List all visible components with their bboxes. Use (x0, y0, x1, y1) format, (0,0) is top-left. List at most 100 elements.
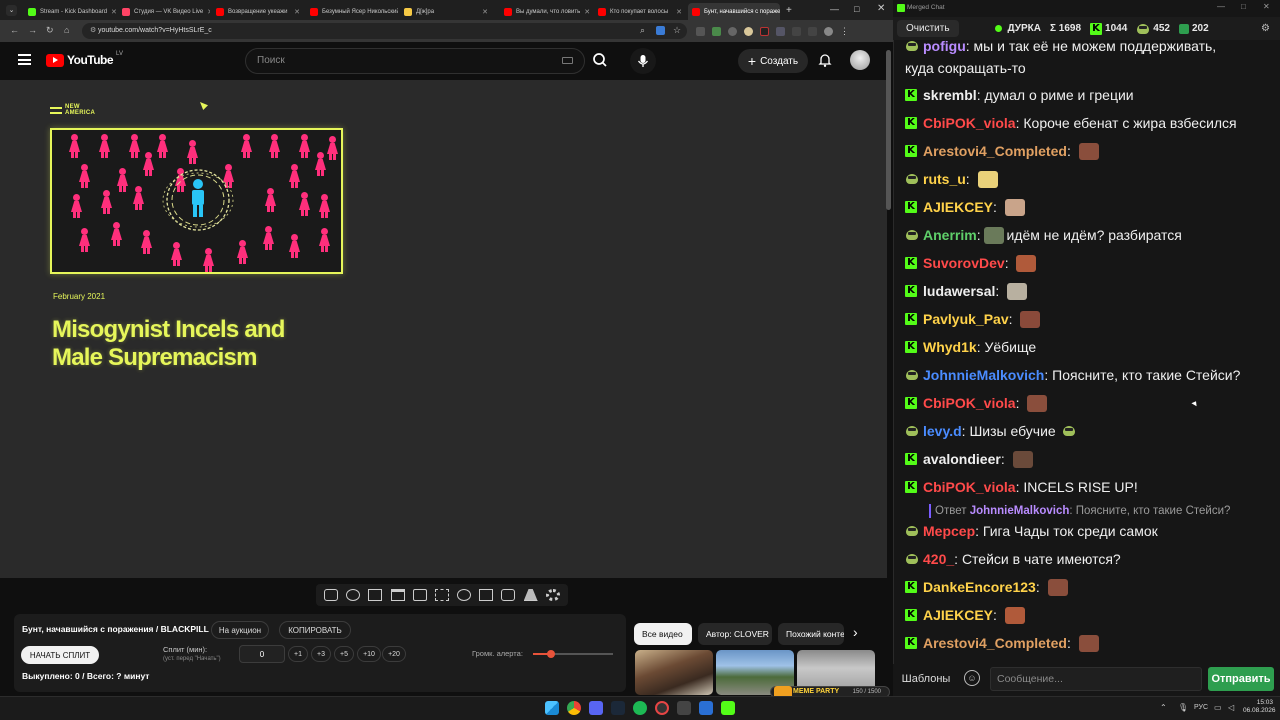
extension-icon[interactable] (712, 26, 721, 36)
chat-username[interactable]: Pavlyuk_Pav (923, 308, 1009, 330)
site-info-icon[interactable]: ⚙ (90, 26, 96, 34)
telegram-icon[interactable] (699, 701, 713, 715)
chat-username[interactable]: AJIEKCEY (923, 196, 993, 218)
flask-icon[interactable] (523, 589, 538, 601)
templates-button[interactable]: Шаблоны (899, 668, 953, 690)
url-bar[interactable]: youtube.com/watch?v=HyHtsSLrE_c (82, 23, 687, 39)
translate-icon[interactable] (656, 26, 665, 35)
bookmark-star-icon[interactable]: ☆ (673, 25, 681, 36)
extension-icon[interactable] (760, 26, 769, 36)
extension-icon[interactable] (728, 26, 737, 36)
zoom-icon[interactable]: ⌕ (640, 25, 645, 36)
hamburger-menu-icon[interactable] (18, 54, 31, 65)
browser-tab[interactable]: Stream - Kick Dashboard ✕ (24, 3, 116, 20)
create-button[interactable]: + Создать (738, 49, 808, 73)
profile-icon[interactable] (824, 26, 833, 36)
chat-username[interactable]: CbiPOK_viola (923, 476, 1016, 498)
browser-tab[interactable]: Безумный Ясер Никольский✕ (306, 3, 398, 20)
chat-username[interactable]: ruts_u (923, 168, 966, 190)
chat-username[interactable]: Arestovi4_Completed (923, 632, 1067, 654)
close-tab-icon[interactable]: ✕ (107, 8, 116, 16)
settings-gear-icon[interactable] (545, 589, 560, 601)
related-video-thumbnail[interactable] (635, 650, 713, 695)
screen-icon[interactable] (412, 589, 427, 601)
voice-search-button[interactable] (630, 48, 656, 74)
back-button[interactable]: ← (10, 25, 19, 35)
close-window-button[interactable]: ✕ (1263, 2, 1270, 11)
close-tab-icon[interactable]: ✕ (478, 8, 488, 16)
obs-icon[interactable] (655, 701, 669, 715)
close-tab-icon[interactable]: ✕ (290, 8, 300, 16)
split-minutes-input[interactable]: 0 (239, 645, 285, 663)
speed-gauge-icon[interactable] (457, 589, 472, 601)
minimize-button[interactable]: — (830, 4, 839, 14)
menu-kebab-icon[interactable]: ⋮ (840, 26, 849, 37)
forward-button[interactable]: → (28, 25, 37, 35)
split-step-button[interactable]: +1 (288, 646, 308, 662)
chat-username[interactable]: Whyd1k (923, 336, 977, 358)
volume-icon[interactable]: ◁ (1228, 703, 1234, 712)
browser-tab[interactable]: Бунт, начавшийся с поражения✕ (688, 3, 780, 20)
emoji-icon[interactable]: ☺ (964, 670, 980, 686)
network-icon[interactable]: ▭ (1214, 703, 1222, 712)
chat-username[interactable]: pofigu (923, 40, 966, 57)
chat-username[interactable]: DankeEncore123 (923, 576, 1036, 598)
steam-icon[interactable] (611, 701, 625, 715)
notifications-bell-icon[interactable] (817, 52, 833, 68)
broadcast-icon[interactable] (346, 589, 361, 601)
chat-username[interactable]: SuvorovDev (923, 252, 1005, 274)
chat-username[interactable]: skrembl (923, 84, 977, 106)
close-tab-icon[interactable]: ✕ (672, 8, 682, 16)
chevron-right-icon[interactable]: › (853, 624, 858, 640)
extension-icon[interactable] (776, 26, 785, 36)
extension-icon[interactable] (696, 26, 705, 36)
split-step-button[interactable]: +10 (357, 646, 381, 662)
tab-list-button[interactable]: ⌄ (6, 5, 17, 16)
chat-username[interactable]: CbiPOK_viola (923, 392, 1016, 414)
camera-icon[interactable] (501, 589, 516, 601)
reload-button[interactable]: ↻ (46, 25, 54, 36)
language-indicator[interactable]: РУС (1194, 704, 1208, 711)
chrome-icon[interactable] (567, 701, 581, 715)
spotify-icon[interactable] (633, 701, 647, 715)
chat-username[interactable]: AJIEKCEY (923, 604, 993, 626)
extension-icon[interactable] (744, 26, 753, 36)
auction-button[interactable]: На аукцион (211, 621, 269, 639)
chip-related[interactable]: Похожий контент (778, 623, 844, 645)
home-button[interactable]: ⌂ (64, 25, 69, 35)
maximize-button[interactable]: □ (854, 4, 859, 14)
kick-app-icon[interactable] (721, 701, 735, 715)
tray-chevron-icon[interactable]: ⌃ (1160, 703, 1167, 712)
close-window-button[interactable]: ✕ (877, 3, 885, 14)
search-button[interactable] (585, 48, 617, 74)
copy-button[interactable]: КОПИРОВАТЬ (279, 621, 351, 639)
close-tab-icon[interactable]: ✕ (580, 8, 590, 16)
chat-username[interactable]: Anerrim (923, 224, 977, 246)
chip-author[interactable]: Автор: CLOVER (698, 623, 772, 645)
browser-tab[interactable]: Кто покупает волосы ✕ (594, 3, 686, 20)
mini-player-icon[interactable] (434, 589, 449, 601)
add-box-icon[interactable] (479, 589, 494, 601)
extensions-puzzle-icon[interactable] (792, 26, 801, 36)
send-button[interactable]: Отправить (1208, 667, 1274, 691)
chat-username[interactable]: Arestovi4_Completed (923, 140, 1067, 162)
start-split-button[interactable]: НАЧАТЬ СПЛИТ (21, 646, 99, 664)
split-step-button[interactable]: +3 (311, 646, 331, 662)
microphone-tray-icon[interactable]: 🎙 (1178, 703, 1188, 712)
film-icon[interactable] (390, 589, 405, 601)
browser-tab[interactable]: Вы думали, что ловить ✕ (500, 3, 592, 20)
split-step-button[interactable]: +5 (334, 646, 354, 662)
chat-username[interactable]: CbiPOK_viola (923, 112, 1016, 134)
new-tab-button[interactable]: + (786, 5, 792, 16)
split-step-button[interactable]: +20 (382, 646, 406, 662)
browser-tab[interactable]: Д[ж]ра ✕ (400, 3, 492, 20)
chat-username[interactable]: levy.d (923, 420, 962, 442)
youtube-logo[interactable]: YouTube LV (46, 51, 123, 67)
system-clock[interactable]: 15:03 06.08.2026 (1243, 699, 1276, 715)
browser-tab[interactable]: Студия — VK Видео Live✕ (118, 3, 210, 20)
playlist-add-icon[interactable] (368, 589, 383, 601)
minimize-button[interactable]: — (1217, 2, 1225, 11)
windows-start-icon[interactable] (545, 701, 559, 715)
page-scrollbar[interactable] (886, 50, 891, 210)
download-icon[interactable] (808, 26, 817, 36)
